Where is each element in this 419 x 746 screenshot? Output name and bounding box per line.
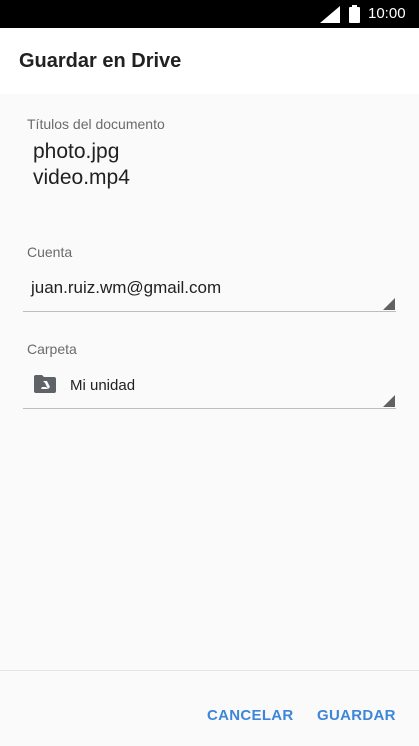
status-bar: 10:00 — [0, 0, 419, 28]
save-button[interactable]: GUARDAR — [317, 707, 396, 724]
app-bar: Guardar en Drive — [0, 28, 419, 94]
dropdown-caret-icon — [383, 298, 395, 310]
status-clock: 10:00 — [368, 5, 406, 22]
account-dropdown[interactable]: juan.ruiz.wm@gmail.com — [23, 266, 396, 312]
dialog-actions: CANCELAR GUARDAR — [0, 670, 419, 746]
document-name[interactable]: photo.jpg — [33, 140, 119, 164]
account-label: Cuenta — [27, 244, 73, 260]
documents-label: Títulos del documento — [27, 116, 165, 132]
account-value: juan.ruiz.wm@gmail.com — [31, 278, 222, 297]
drive-folder-icon — [34, 375, 56, 393]
folder-value: Mi unidad — [70, 377, 136, 394]
cancel-button[interactable]: CANCELAR — [207, 707, 294, 724]
page-title: Guardar en Drive — [19, 50, 182, 72]
save-form: Títulos del documento photo.jpg video.mp… — [0, 94, 419, 670]
dropdown-caret-icon — [383, 395, 395, 407]
document-name[interactable]: video.mp4 — [33, 166, 130, 190]
signal-icon — [320, 6, 340, 23]
battery-icon — [349, 5, 360, 23]
folder-dropdown[interactable]: Mi unidad — [23, 363, 396, 409]
folder-label: Carpeta — [27, 341, 77, 357]
